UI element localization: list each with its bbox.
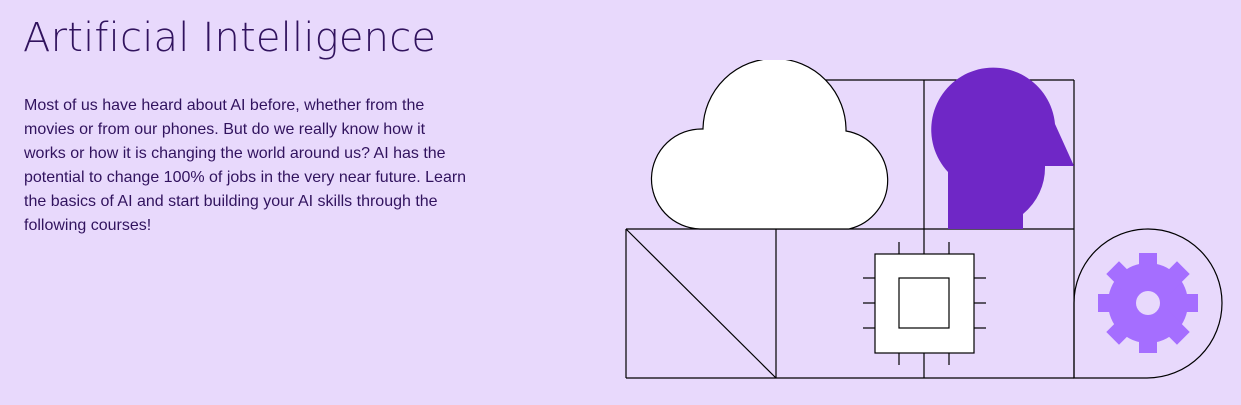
cloud-icon <box>650 60 889 230</box>
head-silhouette-icon <box>931 67 1074 229</box>
ai-illustration <box>625 60 1223 379</box>
page-title: Artificial Intelligence <box>23 15 437 61</box>
diagonal-split-icon <box>625 228 777 379</box>
intro-paragraph: Most of us have heard about AI before, w… <box>24 97 467 234</box>
chip-icon <box>863 242 986 365</box>
gear-icon <box>1098 253 1198 353</box>
